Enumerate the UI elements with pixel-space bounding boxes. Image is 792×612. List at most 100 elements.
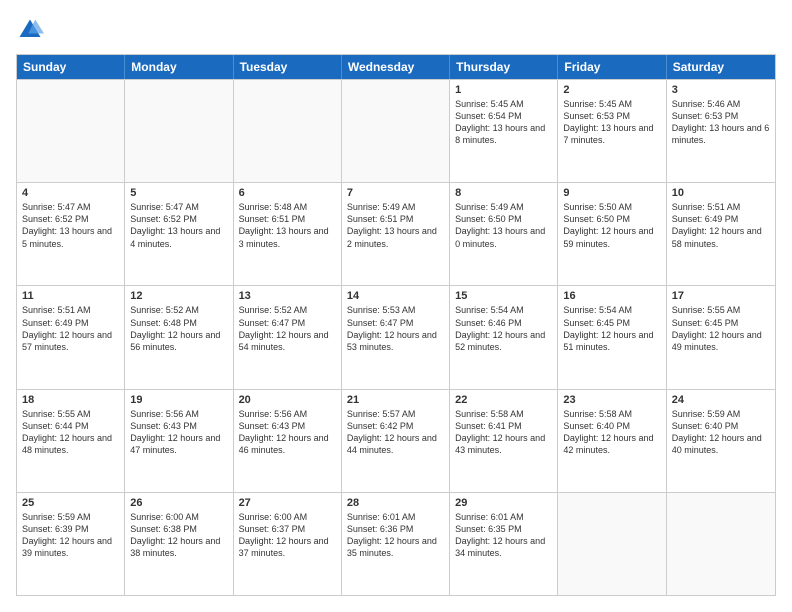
day-info: Sunrise: 5:45 AMSunset: 6:53 PMDaylight:…	[563, 98, 660, 147]
day-cell-16: 16Sunrise: 5:54 AMSunset: 6:45 PMDayligh…	[558, 286, 666, 388]
day-info: Sunrise: 5:56 AMSunset: 6:43 PMDaylight:…	[239, 408, 336, 457]
day-info: Sunrise: 6:01 AMSunset: 6:36 PMDaylight:…	[347, 511, 444, 560]
day-info: Sunrise: 5:59 AMSunset: 6:40 PMDaylight:…	[672, 408, 770, 457]
calendar-row-0: 1 Sunrise: 5:45 AMSunset: 6:54 PMDaylight…	[17, 79, 775, 182]
day-cell-21: 21 Sunrise: 5:57 AMSunset: 6:42 PMDayligh…	[342, 390, 450, 492]
day-info: Sunrise: 5:56 AMSunset: 6:43 PMDaylight:…	[130, 408, 227, 457]
day-info: Sunrise: 5:57 AMSunset: 6:42 PMDaylight:…	[347, 408, 444, 457]
header-day-wednesday: Wednesday	[342, 55, 450, 79]
day-number: 17	[672, 290, 770, 302]
day-number: 26	[130, 497, 227, 509]
calendar-row-2: 11 Sunrise: 5:51 AMSunset: 6:49 PMDayligh…	[17, 285, 775, 388]
empty-cell	[558, 493, 666, 595]
day-cell-28: 28 Sunrise: 6:01 AMSunset: 6:36 PMDayligh…	[342, 493, 450, 595]
day-cell-12: 12 Sunrise: 5:52 AMSunset: 6:48 PMDayligh…	[125, 286, 233, 388]
day-number: 7	[347, 187, 444, 199]
day-number: 1	[455, 84, 552, 96]
day-cell-10: 10 Sunrise: 5:51 AMSunset: 6:49 PMDayligh…	[667, 183, 775, 285]
day-number: 19	[130, 394, 227, 406]
day-info: Sunrise: 5:49 AMSunset: 6:51 PMDaylight:…	[347, 201, 444, 250]
day-cell-1: 1 Sunrise: 5:45 AMSunset: 6:54 PMDaylight…	[450, 80, 558, 182]
calendar-row-4: 25 Sunrise: 5:59 AMSunset: 6:39 PMDayligh…	[17, 492, 775, 595]
logo-icon	[16, 16, 44, 44]
day-info: Sunrise: 5:54 AMSunset: 6:46 PMDaylight:…	[455, 304, 552, 353]
day-cell-17: 17 Sunrise: 5:55 AMSunset: 6:45 PMDayligh…	[667, 286, 775, 388]
day-cell-11: 11 Sunrise: 5:51 AMSunset: 6:49 PMDayligh…	[17, 286, 125, 388]
day-cell-3: 3 Sunrise: 5:46 AMSunset: 6:53 PMDaylight…	[667, 80, 775, 182]
day-cell-14: 14 Sunrise: 5:53 AMSunset: 6:47 PMDayligh…	[342, 286, 450, 388]
day-info: Sunrise: 6:00 AMSunset: 6:37 PMDaylight:…	[239, 511, 336, 560]
day-number: 8	[455, 187, 552, 199]
day-cell-23: 23 Sunrise: 5:58 AMSunset: 6:40 PMDayligh…	[558, 390, 666, 492]
day-number: 11	[22, 290, 119, 302]
header-day-thursday: Thursday	[450, 55, 558, 79]
day-number: 4	[22, 187, 119, 199]
day-info: Sunrise: 5:45 AMSunset: 6:54 PMDaylight:…	[455, 98, 552, 147]
day-number: 25	[22, 497, 119, 509]
day-info: Sunrise: 5:48 AMSunset: 6:51 PMDaylight:…	[239, 201, 336, 250]
day-cell-6: 6 Sunrise: 5:48 AMSunset: 6:51 PMDaylight…	[234, 183, 342, 285]
day-cell-7: 7 Sunrise: 5:49 AMSunset: 6:51 PMDaylight…	[342, 183, 450, 285]
day-info: Sunrise: 5:55 AMSunset: 6:44 PMDaylight:…	[22, 408, 119, 457]
day-cell-13: 13Sunrise: 5:52 AMSunset: 6:47 PMDayligh…	[234, 286, 342, 388]
day-cell-18: 18 Sunrise: 5:55 AMSunset: 6:44 PMDayligh…	[17, 390, 125, 492]
day-info: Sunrise: 5:49 AMSunset: 6:50 PMDaylight:…	[455, 201, 552, 250]
day-info: Sunrise: 5:47 AMSunset: 6:52 PMDaylight:…	[130, 201, 227, 250]
day-info: Sunrise: 5:58 AMSunset: 6:40 PMDaylight:…	[563, 408, 660, 457]
day-cell-26: 26 Sunrise: 6:00 AMSunset: 6:38 PMDayligh…	[125, 493, 233, 595]
header	[16, 16, 776, 44]
empty-cell	[342, 80, 450, 182]
day-info: Sunrise: 5:59 AMSunset: 6:39 PMDaylight:…	[22, 511, 119, 560]
calendar: SundayMondayTuesdayWednesdayThursdayFrid…	[16, 54, 776, 596]
day-cell-8: 8 Sunrise: 5:49 AMSunset: 6:50 PMDaylight…	[450, 183, 558, 285]
day-number: 21	[347, 394, 444, 406]
day-number: 28	[347, 497, 444, 509]
day-number: 5	[130, 187, 227, 199]
day-info: Sunrise: 5:53 AMSunset: 6:47 PMDaylight:…	[347, 304, 444, 353]
day-number: 15	[455, 290, 552, 302]
day-number: 24	[672, 394, 770, 406]
day-cell-20: 20 Sunrise: 5:56 AMSunset: 6:43 PMDayligh…	[234, 390, 342, 492]
day-number: 20	[239, 394, 336, 406]
day-info: Sunrise: 5:52 AMSunset: 6:48 PMDaylight:…	[130, 304, 227, 353]
day-number: 29	[455, 497, 552, 509]
header-day-sunday: Sunday	[17, 55, 125, 79]
day-number: 23	[563, 394, 660, 406]
day-cell-25: 25 Sunrise: 5:59 AMSunset: 6:39 PMDayligh…	[17, 493, 125, 595]
page: SundayMondayTuesdayWednesdayThursdayFrid…	[0, 0, 792, 612]
day-info: Sunrise: 5:54 AMSunset: 6:45 PMDaylight:…	[563, 304, 660, 353]
calendar-row-1: 4 Sunrise: 5:47 AMSunset: 6:52 PMDaylight…	[17, 182, 775, 285]
day-number: 27	[239, 497, 336, 509]
day-number: 12	[130, 290, 227, 302]
day-number: 9	[563, 187, 660, 199]
day-info: Sunrise: 5:51 AMSunset: 6:49 PMDaylight:…	[22, 304, 119, 353]
day-cell-19: 19 Sunrise: 5:56 AMSunset: 6:43 PMDayligh…	[125, 390, 233, 492]
day-info: Sunrise: 5:51 AMSunset: 6:49 PMDaylight:…	[672, 201, 770, 250]
day-number: 2	[563, 84, 660, 96]
empty-cell	[234, 80, 342, 182]
empty-cell	[125, 80, 233, 182]
day-number: 10	[672, 187, 770, 199]
logo	[16, 16, 48, 44]
header-day-friday: Friday	[558, 55, 666, 79]
day-info: Sunrise: 5:52 AMSunset: 6:47 PMDaylight:…	[239, 304, 336, 353]
day-info: Sunrise: 6:00 AMSunset: 6:38 PMDaylight:…	[130, 511, 227, 560]
day-info: Sunrise: 5:47 AMSunset: 6:52 PMDaylight:…	[22, 201, 119, 250]
day-cell-5: 5 Sunrise: 5:47 AMSunset: 6:52 PMDaylight…	[125, 183, 233, 285]
header-day-tuesday: Tuesday	[234, 55, 342, 79]
day-info: Sunrise: 5:55 AMSunset: 6:45 PMDaylight:…	[672, 304, 770, 353]
calendar-header: SundayMondayTuesdayWednesdayThursdayFrid…	[17, 55, 775, 79]
day-info: Sunrise: 5:46 AMSunset: 6:53 PMDaylight:…	[672, 98, 770, 147]
day-number: 3	[672, 84, 770, 96]
day-number: 14	[347, 290, 444, 302]
day-info: Sunrise: 5:58 AMSunset: 6:41 PMDaylight:…	[455, 408, 552, 457]
day-number: 18	[22, 394, 119, 406]
day-cell-24: 24 Sunrise: 5:59 AMSunset: 6:40 PMDayligh…	[667, 390, 775, 492]
day-cell-22: 22Sunrise: 5:58 AMSunset: 6:41 PMDayligh…	[450, 390, 558, 492]
day-cell-15: 15 Sunrise: 5:54 AMSunset: 6:46 PMDayligh…	[450, 286, 558, 388]
day-cell-4: 4 Sunrise: 5:47 AMSunset: 6:52 PMDaylight…	[17, 183, 125, 285]
day-number: 6	[239, 187, 336, 199]
day-info: Sunrise: 6:01 AMSunset: 6:35 PMDaylight:…	[455, 511, 552, 560]
header-day-monday: Monday	[125, 55, 233, 79]
day-info: Sunrise: 5:50 AMSunset: 6:50 PMDaylight:…	[563, 201, 660, 250]
